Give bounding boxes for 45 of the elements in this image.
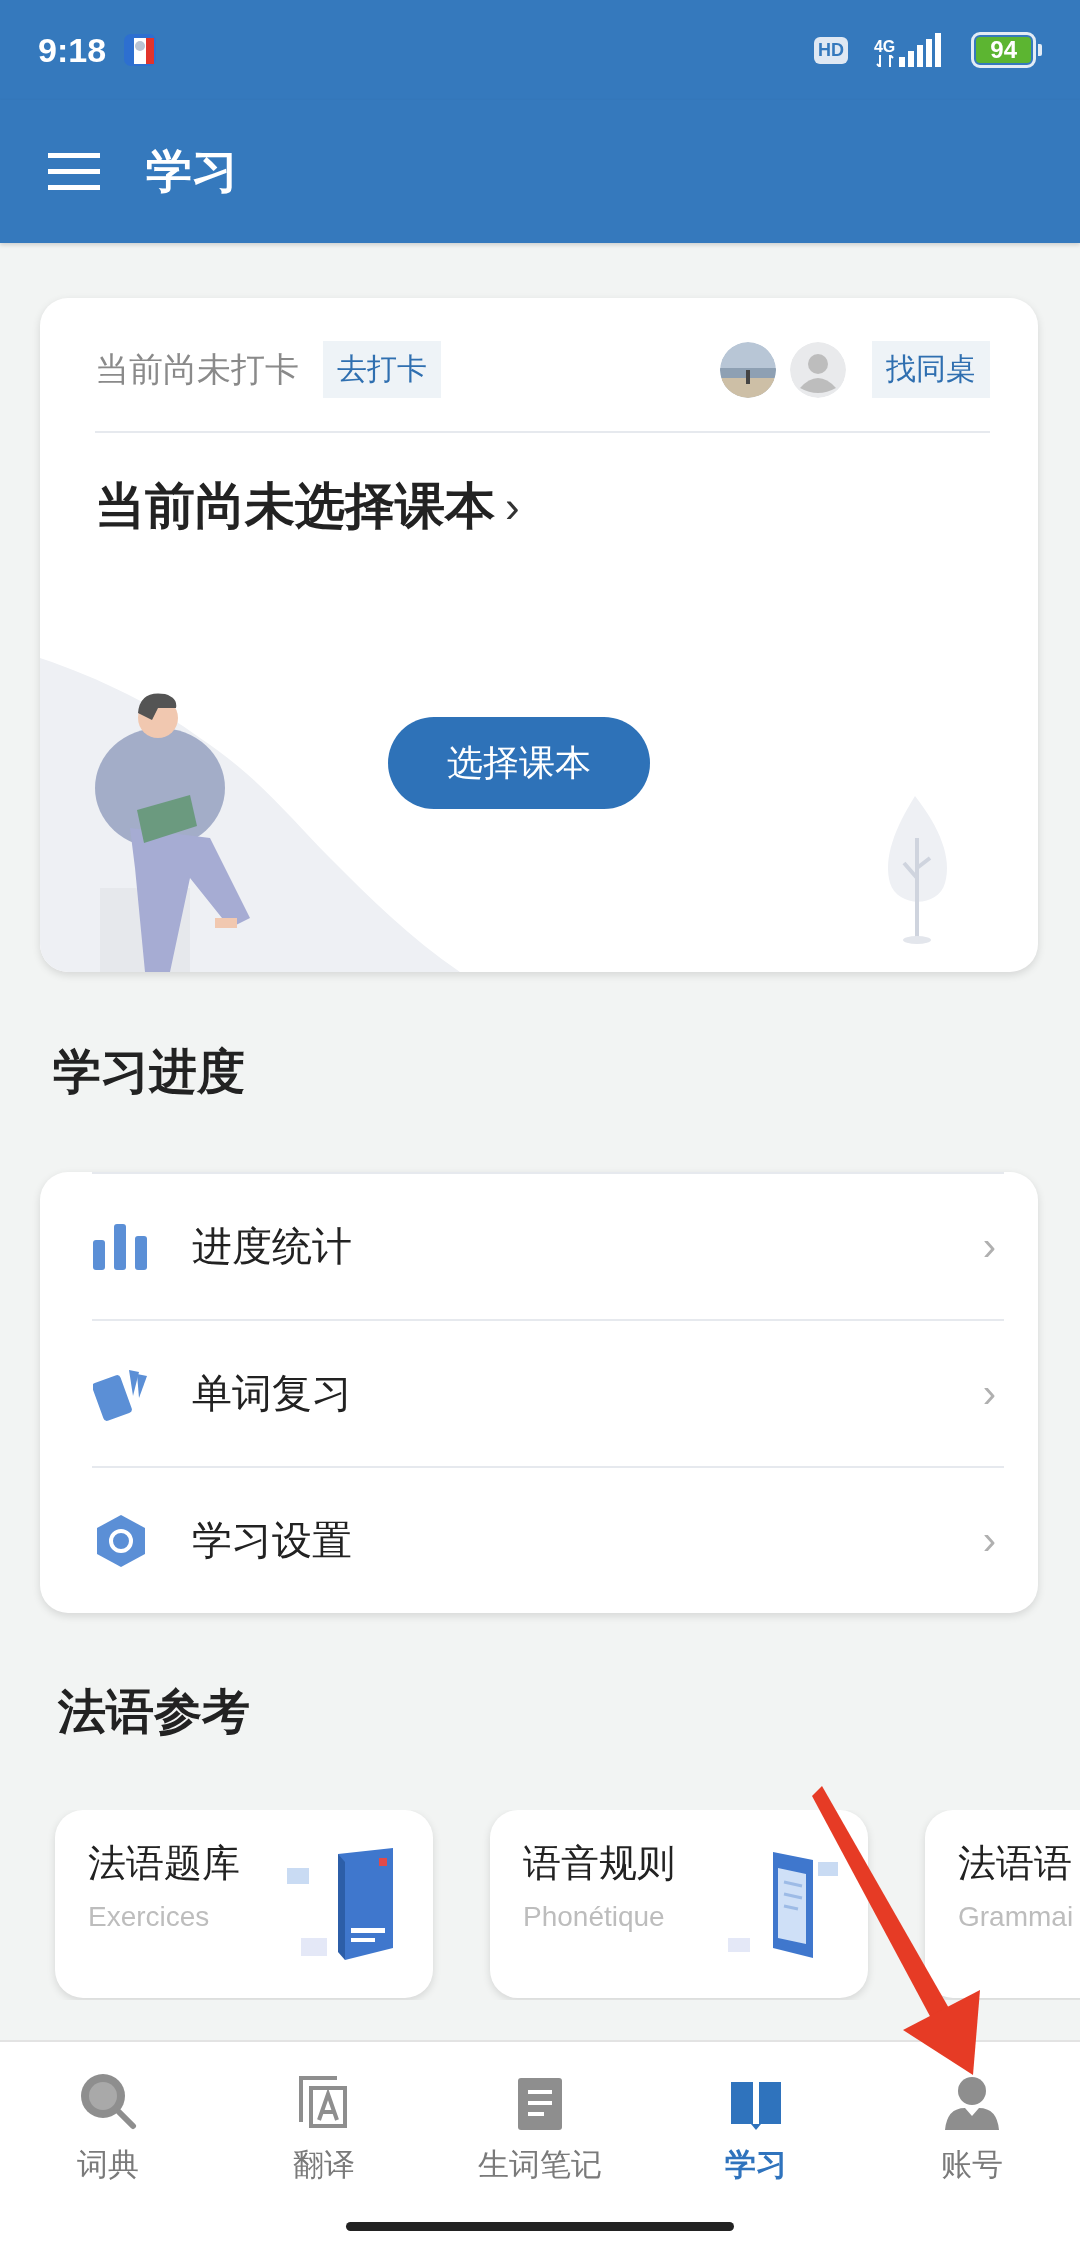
card-title: 法语语 xyxy=(958,1841,1073,1886)
menu-button[interactable] xyxy=(48,152,100,191)
card-subtitle: Grammai xyxy=(958,1901,1074,1933)
person-icon xyxy=(943,2076,1001,2130)
reference-card[interactable]: 语音规则 Phonétique xyxy=(490,1810,868,1998)
card-subtitle: Phonétique xyxy=(523,1901,666,1933)
page-title: 学习 xyxy=(146,143,238,199)
data-arrows-icon xyxy=(875,55,894,67)
find-deskmate-button[interactable]: 找同桌 xyxy=(872,341,990,398)
card-title: 语音规则 xyxy=(523,1841,675,1886)
reference-card[interactable]: 法语题库 Exercices xyxy=(55,1810,433,1998)
chevron-icon: › xyxy=(982,1224,996,1269)
hd-badge: HD xyxy=(813,36,848,64)
card-subtitle: Exercices xyxy=(88,1901,211,1933)
reference-card[interactable]: 法语语 Grammai xyxy=(925,1810,1080,1998)
chevron-icon: › xyxy=(505,481,520,532)
choose-textbook-button[interactable]: 选择课本 xyxy=(388,717,650,809)
hexagon-icon xyxy=(95,1512,147,1569)
battery-icon: 94 xyxy=(971,32,1036,68)
menu-row[interactable]: 单词复习 › xyxy=(92,1319,1004,1466)
translate-icon xyxy=(299,2076,349,2130)
search-icon xyxy=(79,2072,137,2130)
card-title: 法语题库 xyxy=(88,1841,240,1886)
nav-tab[interactable]: 学习 xyxy=(648,2042,864,2202)
section-title: 法语参考 xyxy=(58,1683,250,1740)
menu-icon xyxy=(48,152,100,191)
chevron-icon: › xyxy=(982,1371,996,1416)
checkin-button[interactable]: 去打卡 xyxy=(323,341,441,398)
bar-chart-icon xyxy=(93,1223,149,1270)
network-type: 4G xyxy=(873,39,896,55)
nav-tab[interactable]: 账号 xyxy=(864,2042,1080,2202)
status-time: 9:18 xyxy=(38,30,107,70)
textbook-title[interactable]: 当前尚未选择课本 xyxy=(95,473,495,540)
nav-tab[interactable]: 词典 xyxy=(0,2042,216,2202)
nav-tab[interactable]: 翻译 xyxy=(216,2042,432,2202)
chevron-icon: › xyxy=(982,1518,996,1563)
notes-icon xyxy=(518,2078,562,2130)
menu-row[interactable]: 学习设置 › xyxy=(92,1466,1004,1613)
book-icon xyxy=(731,2080,781,2130)
signal-icon xyxy=(899,33,944,67)
section-title: 学习进度 xyxy=(53,1044,245,1100)
checkin-status: 当前尚未打卡 xyxy=(95,348,299,390)
app-notification-icon xyxy=(122,32,159,68)
nav-tab[interactable]: 生词笔记 xyxy=(432,2042,648,2202)
menu-row[interactable]: 进度统计 › xyxy=(92,1172,1004,1319)
